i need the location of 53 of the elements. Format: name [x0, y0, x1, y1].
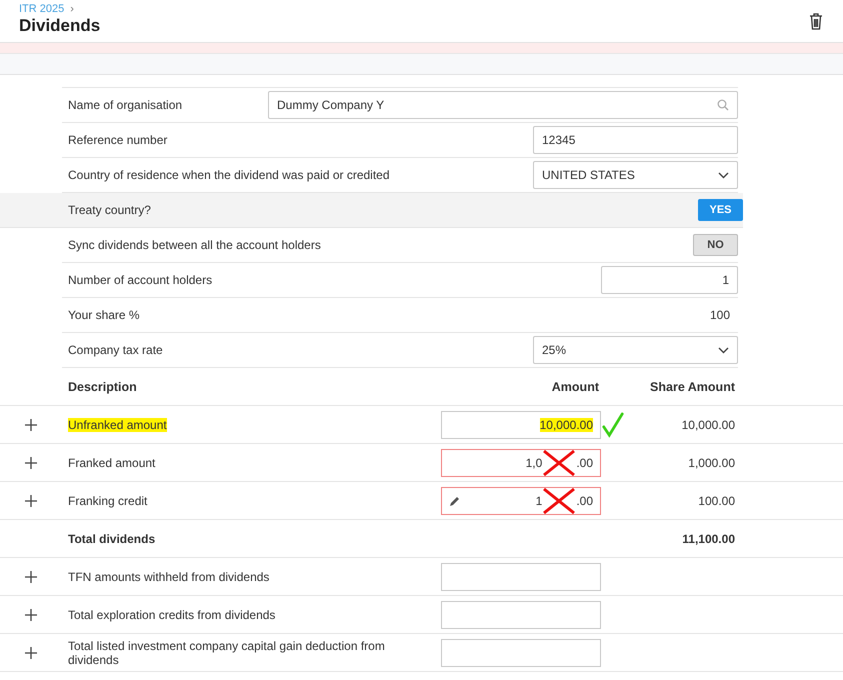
plus-icon[interactable]: [25, 456, 37, 468]
input-field[interactable]: 1: [601, 266, 738, 294]
field-label: Company tax rate: [68, 343, 164, 357]
chevron-down-icon: [718, 346, 729, 354]
dropdown[interactable]: 25%: [533, 336, 738, 364]
amount-value: 1: [536, 494, 542, 508]
row-label: Unfranked amount: [68, 418, 167, 432]
amount-field[interactable]: [441, 600, 601, 628]
amount-field[interactable]: 1,0 .00: [441, 448, 601, 476]
value-text: 100: [710, 308, 731, 322]
search-icon: [717, 99, 729, 111]
page-title: Dividends: [19, 16, 100, 36]
amount-value: 10,000.00: [540, 418, 593, 432]
plus-icon[interactable]: [25, 418, 37, 430]
share-amount: 1,000.00: [687, 456, 735, 470]
amount-field[interactable]: [441, 638, 601, 666]
amount-value: 1,0: [526, 456, 542, 470]
amount-field[interactable]: 1 .00: [441, 486, 601, 514]
row-label: Franking credit: [68, 494, 148, 508]
amount-field[interactable]: [441, 562, 601, 590]
plus-icon[interactable]: [25, 570, 37, 582]
trash-icon[interactable]: [809, 13, 823, 30]
amount-value: .00: [576, 494, 593, 508]
search-field[interactable]: Dummy Company Y: [268, 91, 738, 119]
column-header: Share Amount: [649, 380, 735, 394]
share-amount: 100.00: [697, 494, 735, 508]
column-header: Description: [67, 380, 138, 394]
field-label: Country of residence when the dividend was paid or credited: [68, 168, 391, 182]
row-label: TFN amounts withheld from dividends: [68, 570, 270, 584]
plus-icon[interactable]: [25, 608, 37, 620]
field-label: Reference number: [68, 133, 168, 147]
input-field[interactable]: 12345: [533, 126, 738, 154]
amount-value: .00: [576, 456, 593, 470]
pencil-icon: [449, 494, 461, 506]
row-label: Franked amount: [68, 456, 156, 470]
total-value: 11,100.00: [681, 532, 735, 546]
amount-field[interactable]: 10,000.00: [441, 410, 601, 438]
row-label: Total listed investment company capital gain deduction from dividends: [68, 638, 385, 666]
field-label: Your share %: [68, 308, 141, 322]
total-label: Total dividends: [67, 532, 156, 546]
plus-icon[interactable]: [25, 494, 37, 506]
plus-icon[interactable]: [25, 646, 37, 658]
field-label: Treaty country?: [68, 203, 152, 217]
field-label: Number of account holders: [68, 273, 214, 287]
share-amount: 10,000.00: [680, 418, 735, 432]
column-header: Amount: [550, 380, 600, 394]
field-label: Sync dividends between all the account holders: [68, 238, 322, 252]
toggle-button[interactable]: NO: [693, 234, 738, 256]
dropdown[interactable]: UNITED STATES: [533, 161, 738, 189]
chevron-down-icon: [718, 172, 729, 178]
breadcrumb-separator: ›: [70, 3, 74, 15]
row-label: Total exploration credits from dividends: [68, 608, 276, 622]
field-label: Name of organisation: [68, 98, 184, 112]
